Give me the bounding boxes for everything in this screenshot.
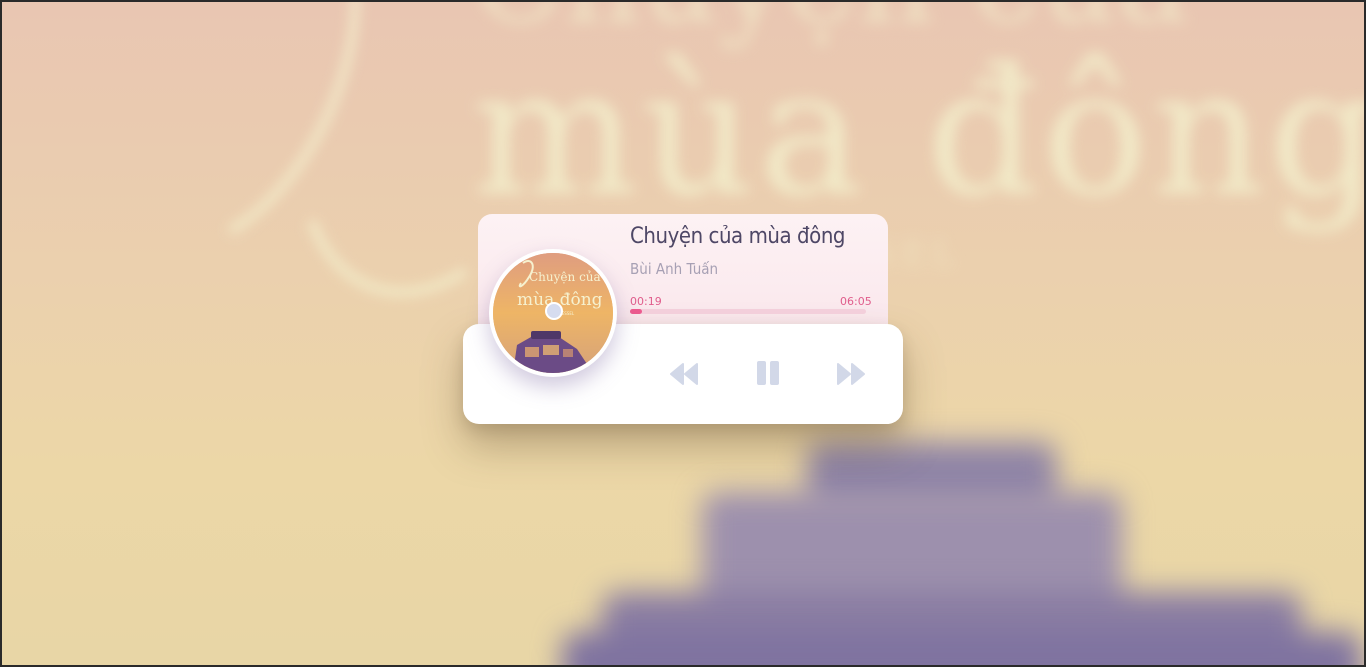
album-art-text-line1: Chuyện của xyxy=(529,270,601,284)
background-title-line2: mùa đông xyxy=(472,32,1364,235)
current-time: 00:19 xyxy=(630,295,662,308)
total-time: 06:05 xyxy=(840,295,872,308)
song-title: Chuyện của mùa đông xyxy=(630,224,846,249)
song-artist: Bùi Anh Tuấn xyxy=(630,260,719,278)
fast-forward-button[interactable] xyxy=(835,360,867,388)
disc-center-hole xyxy=(545,302,563,320)
background-van-shape xyxy=(562,632,1362,665)
pause-button[interactable] xyxy=(753,358,783,388)
rewind-icon xyxy=(670,363,698,385)
progress-bar[interactable] xyxy=(630,309,866,314)
album-art-disc: Chuyện của mùa đông VESSEL xyxy=(489,249,617,377)
progress-fill xyxy=(630,309,643,314)
rewind-button[interactable] xyxy=(668,360,700,388)
fast-forward-icon xyxy=(837,363,865,385)
pause-icon xyxy=(757,361,779,385)
